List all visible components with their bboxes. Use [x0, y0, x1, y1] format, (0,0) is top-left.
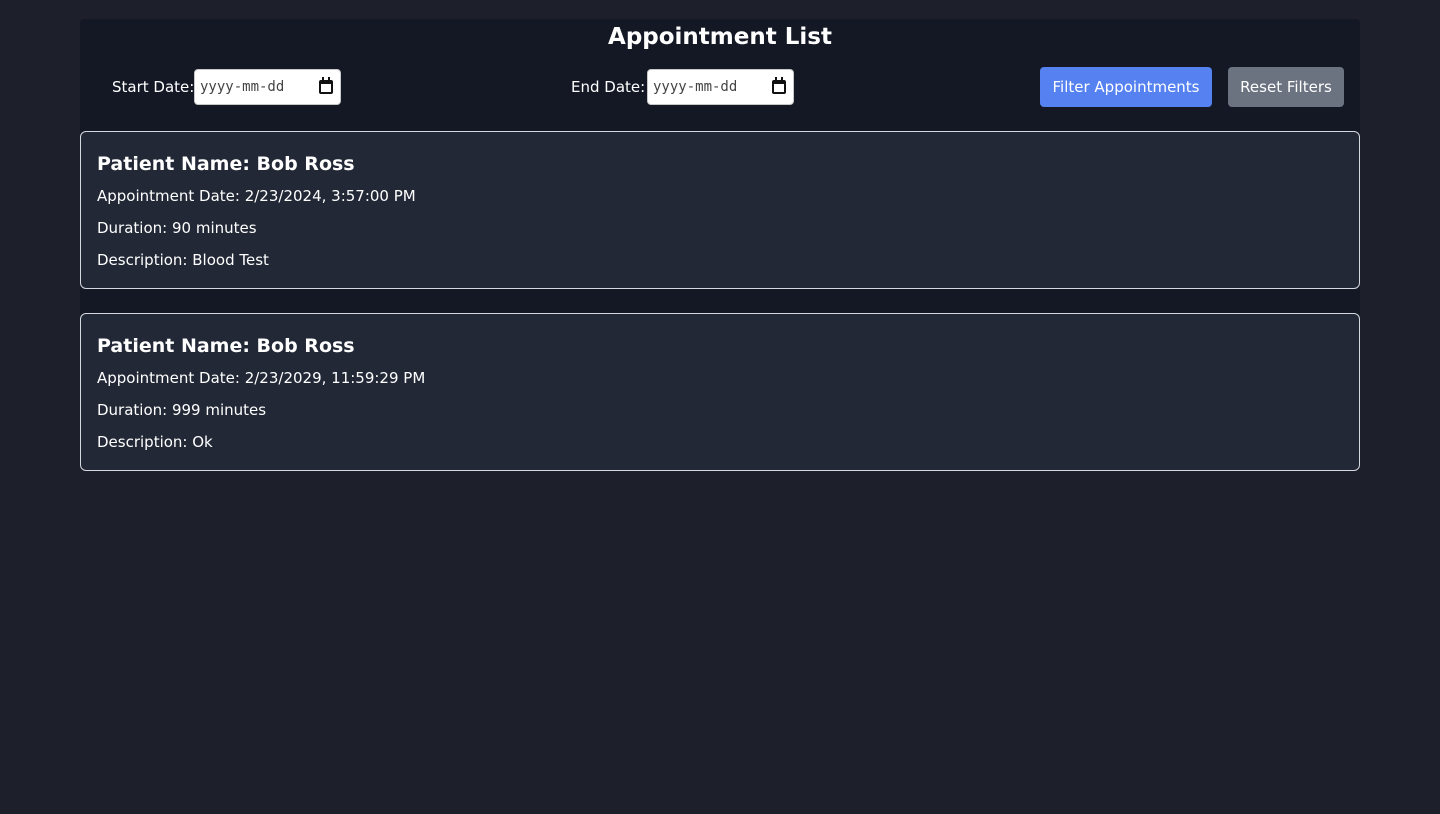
appointment-panel: Appointment List Start Date: yyyy-mm-dd …	[80, 19, 1360, 471]
end-date-input[interactable]: yyyy-mm-dd	[647, 69, 794, 105]
appointment-duration: Duration: 999 minutes	[97, 401, 267, 419]
page-title: Appointment List	[608, 24, 832, 50]
calendar-icon[interactable]	[772, 77, 786, 94]
appointment-card: Patient Name: Bob Ross Appointment Date:…	[80, 131, 1360, 289]
calendar-icon[interactable]	[319, 77, 333, 94]
start-date-input[interactable]: yyyy-mm-dd	[194, 69, 341, 105]
appointment-card: Patient Name: Bob Ross Appointment Date:…	[80, 313, 1360, 471]
reset-filters-button[interactable]: Reset Filters	[1228, 67, 1344, 107]
appointment-date: Appointment Date: 2/23/2024, 3:57:00 PM	[97, 187, 416, 205]
start-date-placeholder: yyyy-mm-dd	[200, 79, 285, 95]
appointment-date: Appointment Date: 2/23/2029, 11:59:29 PM	[97, 369, 426, 387]
patient-name: Patient Name: Bob Ross	[97, 153, 355, 175]
end-date-label: End Date:	[571, 78, 646, 96]
appointment-description: Description: Blood Test	[97, 251, 269, 269]
appointment-duration: Duration: 90 minutes	[97, 219, 257, 237]
filter-appointments-button[interactable]: Filter Appointments	[1040, 67, 1212, 107]
appointment-description: Description: Ok	[97, 433, 213, 451]
end-date-placeholder: yyyy-mm-dd	[653, 79, 738, 95]
filter-bar: Start Date: yyyy-mm-dd End Date: yyyy-mm…	[80, 67, 1360, 107]
start-date-label: Start Date:	[112, 78, 195, 96]
patient-name: Patient Name: Bob Ross	[97, 335, 355, 357]
